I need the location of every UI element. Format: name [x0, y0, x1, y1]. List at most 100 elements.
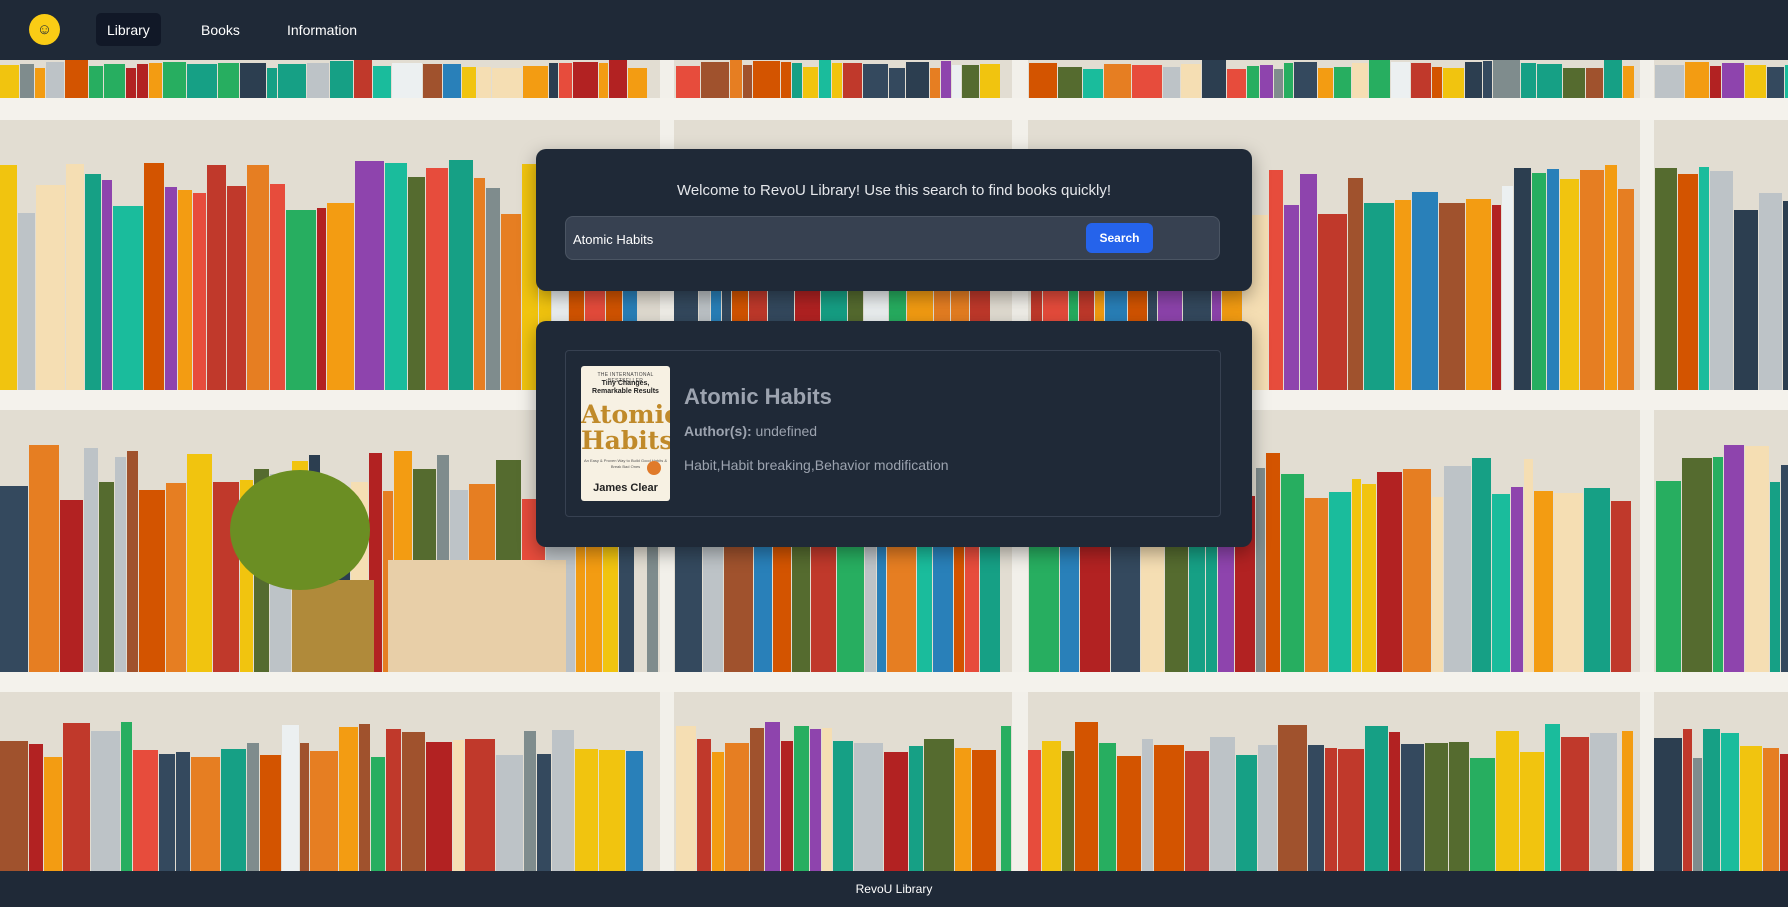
book-spine — [453, 740, 464, 871]
cover-title-line2: Habits — [581, 426, 670, 455]
book-cover-image[interactable]: THE INTERNATIONAL BESTSELLER Tiny Change… — [581, 366, 670, 501]
book-spine — [113, 206, 143, 390]
book-spine — [91, 731, 120, 871]
book-spine — [1545, 724, 1560, 871]
book-spine — [730, 60, 742, 98]
book-spine — [496, 755, 523, 871]
book-spine — [149, 63, 162, 98]
book-spine — [1560, 179, 1579, 390]
hero-section: Welcome to RevoU Library! Use this searc… — [0, 60, 1788, 871]
book-spine — [1444, 466, 1471, 672]
book-spine — [1305, 498, 1328, 672]
book-spine — [139, 490, 165, 672]
book-spine — [1655, 168, 1677, 390]
book-spine — [1682, 458, 1712, 672]
book-spine — [1511, 487, 1523, 672]
book-spine — [1432, 67, 1442, 98]
nav-item-books[interactable]: Books — [190, 13, 251, 46]
book-spine — [501, 214, 521, 390]
book-spine — [794, 726, 809, 871]
book-spine — [1142, 739, 1153, 871]
book-spine — [1258, 745, 1277, 871]
nav-item-information[interactable]: Information — [276, 13, 368, 46]
book-result-item[interactable]: THE INTERNATIONAL BESTSELLER Tiny Change… — [565, 350, 1221, 517]
book-spine — [270, 184, 285, 390]
book-spine — [1493, 60, 1520, 98]
book-spine — [1496, 731, 1519, 871]
book-spine — [137, 64, 148, 98]
book-spine — [159, 754, 175, 871]
plant-pot-decor — [292, 580, 374, 672]
book-spine — [628, 68, 647, 98]
book-spine — [1763, 748, 1779, 871]
book-spine — [1318, 68, 1333, 98]
nav-item-library[interactable]: Library — [96, 13, 161, 46]
book-spine — [60, 500, 83, 672]
book-spine — [609, 60, 627, 98]
book-spine — [1656, 481, 1681, 672]
book-spine — [84, 448, 98, 672]
book-spine — [44, 757, 62, 871]
book-spine — [1269, 170, 1283, 390]
book-spine — [247, 165, 269, 390]
book-spine — [126, 68, 136, 98]
book-spine — [1395, 200, 1411, 390]
book-spine — [1740, 746, 1762, 871]
search-input[interactable] — [573, 225, 1113, 253]
book-spine — [193, 193, 206, 390]
book-spine — [549, 63, 558, 98]
book-spine — [330, 61, 353, 98]
book-spine — [1745, 65, 1766, 98]
book-spine — [743, 65, 752, 98]
book-spine — [1780, 754, 1788, 871]
book-spine — [1563, 68, 1585, 98]
book-spine — [0, 486, 28, 672]
book-spine — [339, 727, 358, 871]
book-spine — [1547, 169, 1559, 390]
book-spine — [408, 177, 425, 390]
book-spine — [354, 60, 372, 98]
book-spine — [1721, 733, 1739, 871]
book-spine — [701, 62, 729, 98]
book-spine — [1713, 457, 1723, 672]
book-spine — [1472, 458, 1491, 672]
book-spine — [1623, 66, 1634, 98]
book-spine — [1770, 482, 1780, 672]
book-spine — [822, 728, 832, 871]
book-spine — [187, 454, 212, 672]
book-spine — [1308, 745, 1324, 871]
book-spine — [1185, 751, 1209, 871]
book-spine — [1365, 726, 1388, 871]
book-spine — [18, 213, 35, 390]
book-spine — [1722, 63, 1744, 98]
book-spine — [1334, 67, 1351, 98]
cover-title-line1: Atomic — [581, 400, 670, 429]
book-spine — [163, 62, 186, 98]
book-spine — [486, 188, 500, 390]
book-spine — [1352, 63, 1368, 98]
book-spine — [1300, 174, 1317, 390]
book-spine — [1294, 62, 1317, 98]
book-spine — [1683, 729, 1692, 871]
footer: RevoU Library — [0, 871, 1788, 907]
book-spine — [1586, 68, 1603, 98]
book-spine — [1278, 725, 1307, 871]
cover-author: James Clear — [593, 482, 658, 494]
search-button[interactable]: Search — [1086, 223, 1153, 253]
book-spine — [1483, 61, 1492, 98]
book-spine — [1710, 171, 1733, 390]
book-spine — [191, 757, 220, 871]
book-spine — [227, 186, 246, 390]
book-title[interactable]: Atomic Habits — [684, 384, 832, 410]
book-spine — [36, 185, 65, 390]
book-spine — [1284, 63, 1293, 98]
book-spine — [260, 755, 281, 871]
book-spine — [29, 744, 43, 871]
book-spine — [65, 60, 88, 98]
book-spine — [863, 64, 888, 98]
book-spine — [952, 65, 961, 98]
book-spine — [278, 64, 306, 98]
book-spine — [712, 752, 724, 871]
book-spine — [1163, 67, 1180, 98]
app-logo[interactable]: ☺ — [29, 14, 60, 45]
